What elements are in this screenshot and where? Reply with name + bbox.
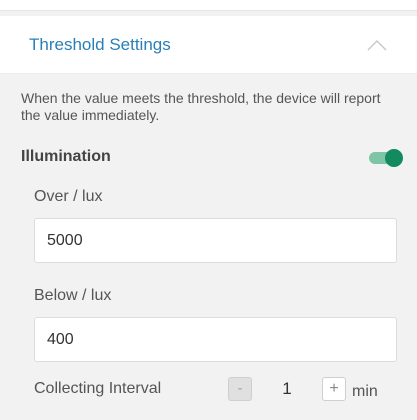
section-title: Threshold Settings [29, 34, 171, 54]
interval-unit: min [352, 383, 378, 400]
illumination-toggle[interactable] [369, 149, 403, 167]
toggle-knob [385, 149, 403, 167]
illumination-panel: Over / lux 5000 Below / lux 400 Collecti… [0, 176, 417, 410]
illumination-row: Illumination [0, 138, 417, 176]
over-input[interactable]: 5000 [34, 218, 397, 263]
collecting-interval-label: Collecting Interval [34, 380, 162, 397]
illumination-label: Illumination [21, 148, 111, 165]
decrement-button[interactable]: - [228, 377, 252, 401]
collecting-interval-row: Collecting Interval - 1 + min [21, 368, 407, 410]
chevron-up-icon[interactable] [367, 39, 387, 51]
top-strip [0, 0, 417, 11]
below-input[interactable]: 400 [34, 317, 397, 362]
interval-value[interactable]: 1 [252, 379, 322, 399]
threshold-description: When the value meets the threshold, the … [0, 74, 417, 138]
increment-button[interactable]: + [322, 377, 346, 401]
threshold-settings-header[interactable]: Threshold Settings [0, 16, 417, 74]
over-label: Over / lux [34, 188, 103, 205]
below-label: Below / lux [34, 287, 112, 304]
